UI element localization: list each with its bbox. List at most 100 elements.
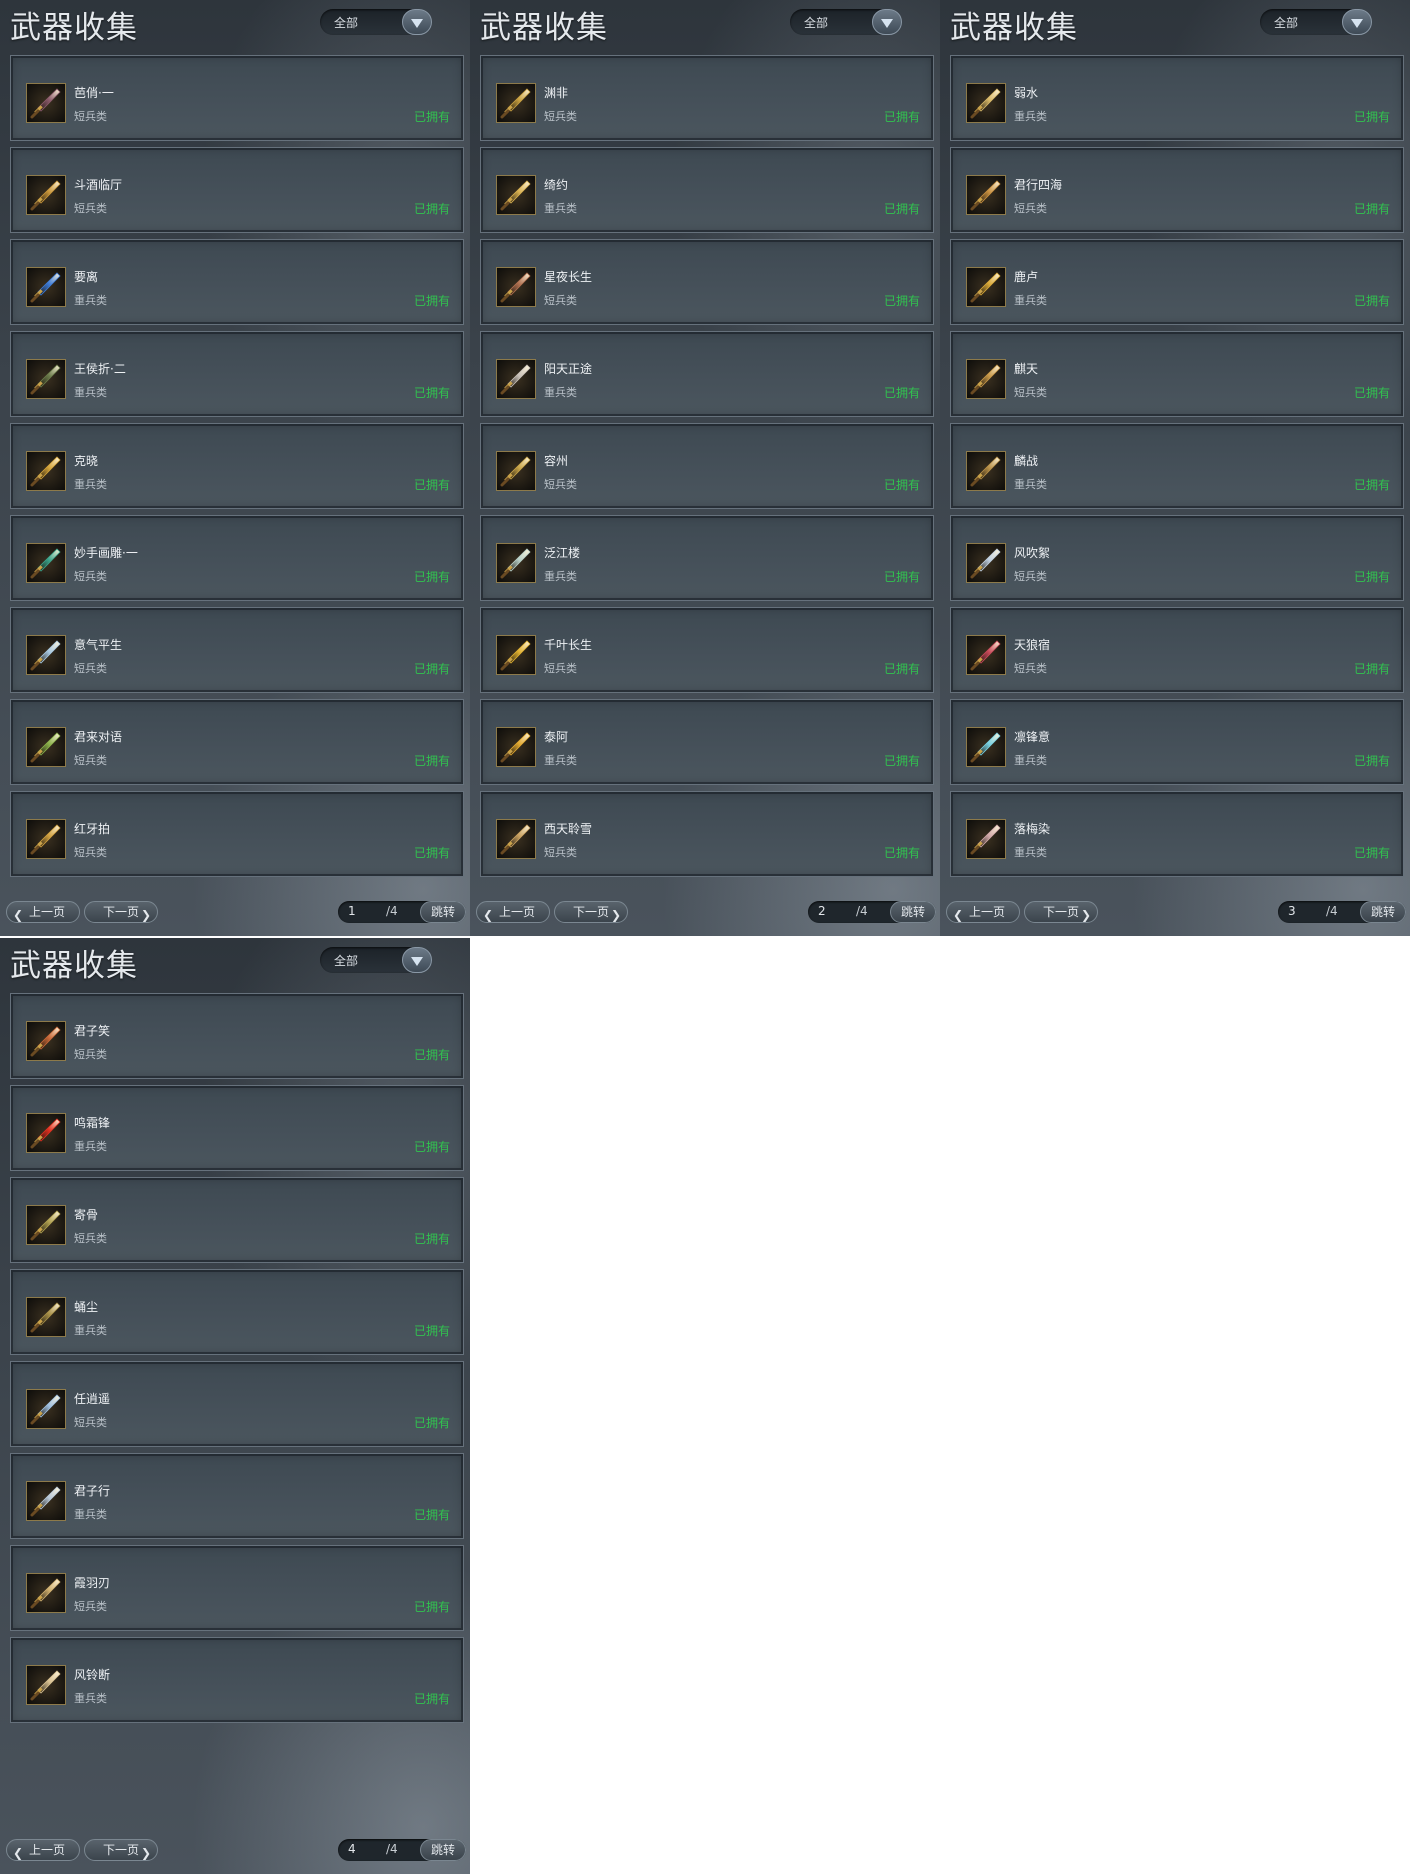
chevron-right-icon: ❯ — [1080, 908, 1091, 922]
prev-page-button[interactable]: ❮ 上一页 — [946, 901, 1020, 923]
owned-status-badge: 已拥有 — [413, 478, 450, 492]
weapon-list-item[interactable]: 千叶长生 短兵类 已拥有 — [480, 607, 934, 693]
page-number-input[interactable]: 3 — [1288, 904, 1296, 918]
weapon-list-item[interactable]: 天狼宿 短兵类 已拥有 — [950, 607, 1404, 693]
weapon-list-item[interactable]: 阳天正途 重兵类 已拥有 — [480, 331, 934, 417]
next-page-button[interactable]: 下一页 ❯ — [554, 901, 628, 923]
page-jump-control: 1 /4 跳转 — [338, 901, 466, 923]
prev-page-button[interactable]: ❮ 上一页 — [6, 1839, 80, 1861]
weapon-name: 风吹絮 — [1014, 546, 1051, 560]
jump-button[interactable]: 跳转 — [420, 1839, 466, 1861]
weapon-list-item[interactable]: 麒天 短兵类 已拥有 — [950, 331, 1404, 417]
chevron-down-icon[interactable] — [402, 947, 432, 973]
chevron-down-icon[interactable] — [1342, 9, 1372, 35]
gold-sword-icon — [966, 359, 1006, 399]
chevron-down-icon[interactable] — [402, 9, 432, 35]
filter-dropdown[interactable]: 全部 — [320, 947, 432, 973]
chevron-left-icon: ❮ — [953, 908, 964, 922]
weapon-list-item[interactable]: 泛江楼 重兵类 已拥有 — [480, 515, 934, 601]
weapon-list-item[interactable]: 王侯折·二 重兵类 已拥有 — [10, 331, 464, 417]
owned-status-badge: 已拥有 — [883, 202, 920, 216]
weapon-list-item[interactable]: 泰阿 重兵类 已拥有 — [480, 699, 934, 785]
weapon-list-item[interactable]: 霞羽刃 短兵类 已拥有 — [10, 1545, 464, 1631]
weapon-name: 君来对语 — [74, 730, 123, 744]
page-title: 武器收集 — [10, 10, 138, 46]
weapon-list-item[interactable]: 斗酒临厅 短兵类 已拥有 — [10, 147, 464, 233]
weapon-name: 麒天 — [1014, 362, 1039, 376]
weapon-collection-panel: 武器收集 全部 渊非 短兵类 已拥有 绮约 重兵类 已拥有 星夜长生 短兵类 已… — [470, 0, 940, 936]
owned-status-badge: 已拥有 — [883, 570, 920, 584]
blue-blade-icon — [26, 267, 66, 307]
weapon-list-item[interactable]: 麟战 重兵类 已拥有 — [950, 423, 1404, 509]
jump-button[interactable]: 跳转 — [1360, 901, 1406, 923]
weapon-list-item[interactable]: 弱水 重兵类 已拥有 — [950, 55, 1404, 141]
gold-blade-icon — [496, 727, 536, 767]
weapon-list-item[interactable]: 渊非 短兵类 已拥有 — [480, 55, 934, 141]
prev-page-button[interactable]: ❮ 上一页 — [6, 901, 80, 923]
page-number-input[interactable]: 1 — [348, 904, 356, 918]
jump-button[interactable]: 跳转 — [420, 901, 466, 923]
owned-status-badge: 已拥有 — [883, 662, 920, 676]
page-title: 武器收集 — [480, 10, 608, 46]
owned-status-badge: 已拥有 — [1353, 202, 1390, 216]
gold-sword-icon — [496, 819, 536, 859]
weapon-category: 短兵类 — [1014, 386, 1047, 399]
weapon-list-item[interactable]: 落梅染 重兵类 已拥有 — [950, 791, 1404, 877]
weapon-list-item[interactable]: 要离 重兵类 已拥有 — [10, 239, 464, 325]
weapon-list-item[interactable]: 任逍遥 短兵类 已拥有 — [10, 1361, 464, 1447]
weapon-list-item[interactable]: 妙手画雕·一 短兵类 已拥有 — [10, 515, 464, 601]
silver-sword-icon — [26, 1389, 66, 1429]
filter-dropdown[interactable]: 全部 — [790, 9, 902, 35]
weapon-name: 要离 — [74, 270, 99, 284]
weapon-list-item[interactable]: 风吹絮 短兵类 已拥有 — [950, 515, 1404, 601]
weapon-list-item[interactable]: 西天聆雪 短兵类 已拥有 — [480, 791, 934, 877]
panel-header: 武器收集 全部 — [470, 0, 940, 48]
weapon-list-item[interactable]: 寄骨 短兵类 已拥有 — [10, 1177, 464, 1263]
weapon-list-item[interactable]: 凛锋意 重兵类 已拥有 — [950, 699, 1404, 785]
next-page-label: 下一页 — [573, 905, 610, 919]
weapon-list-item[interactable]: 鸣霜锋 重兵类 已拥有 — [10, 1085, 464, 1171]
next-page-button[interactable]: 下一页 ❯ — [84, 1839, 158, 1861]
weapon-list-item[interactable]: 容州 短兵类 已拥有 — [480, 423, 934, 509]
weapon-name: 绮约 — [544, 178, 569, 192]
chevron-down-icon[interactable] — [872, 9, 902, 35]
weapon-list-item[interactable]: 芭俏·一 短兵类 已拥有 — [10, 55, 464, 141]
owned-status-badge: 已拥有 — [413, 570, 450, 584]
weapon-list-item[interactable]: 红牙拍 短兵类 已拥有 — [10, 791, 464, 877]
next-page-button[interactable]: 下一页 ❯ — [1024, 901, 1098, 923]
ice-blade-icon — [966, 727, 1006, 767]
weapon-list-item[interactable]: 鹿卢 重兵类 已拥有 — [950, 239, 1404, 325]
filter-selected-value: 全部 — [804, 16, 829, 30]
weapon-list-item[interactable]: 蛹尘 重兵类 已拥有 — [10, 1269, 464, 1355]
page-number-input[interactable]: 2 — [818, 904, 826, 918]
next-page-button[interactable]: 下一页 ❯ — [84, 901, 158, 923]
weapon-list-item[interactable]: 绮约 重兵类 已拥有 — [480, 147, 934, 233]
page-total: /4 — [856, 904, 868, 918]
weapon-name: 渊非 — [544, 86, 569, 100]
weapon-list-item[interactable]: 君来对语 短兵类 已拥有 — [10, 699, 464, 785]
owned-status-badge: 已拥有 — [413, 1416, 450, 1430]
silver-sword-icon — [966, 543, 1006, 583]
weapon-list-item[interactable]: 星夜长生 短兵类 已拥有 — [480, 239, 934, 325]
filter-dropdown[interactable]: 全部 — [320, 9, 432, 35]
prev-page-label: 上一页 — [29, 1843, 66, 1857]
weapon-list-item[interactable]: 君子行 重兵类 已拥有 — [10, 1453, 464, 1539]
jump-button[interactable]: 跳转 — [890, 901, 936, 923]
owned-status-badge: 已拥有 — [1353, 294, 1390, 308]
owned-status-badge: 已拥有 — [413, 110, 450, 124]
filter-dropdown[interactable]: 全部 — [1260, 9, 1372, 35]
weapon-list-item[interactable]: 君子笑 短兵类 已拥有 — [10, 993, 464, 1079]
prev-page-button[interactable]: ❮ 上一页 — [476, 901, 550, 923]
chevron-right-icon: ❯ — [610, 908, 621, 922]
owned-status-badge: 已拥有 — [413, 1232, 450, 1246]
weapon-name: 弱水 — [1014, 86, 1039, 100]
weapon-list-item[interactable]: 克晓 重兵类 已拥有 — [10, 423, 464, 509]
weapon-name: 君子笑 — [74, 1024, 111, 1038]
weapon-name: 落梅染 — [1014, 822, 1051, 836]
weapon-category: 重兵类 — [544, 570, 577, 583]
page-number-input[interactable]: 4 — [348, 1842, 356, 1856]
weapon-list-item[interactable]: 意气平生 短兵类 已拥有 — [10, 607, 464, 693]
weapon-list-item[interactable]: 君行四海 短兵类 已拥有 — [950, 147, 1404, 233]
panel-header: 武器收集 全部 — [940, 0, 1410, 48]
weapon-list-item[interactable]: 风铃断 重兵类 已拥有 — [10, 1637, 464, 1723]
